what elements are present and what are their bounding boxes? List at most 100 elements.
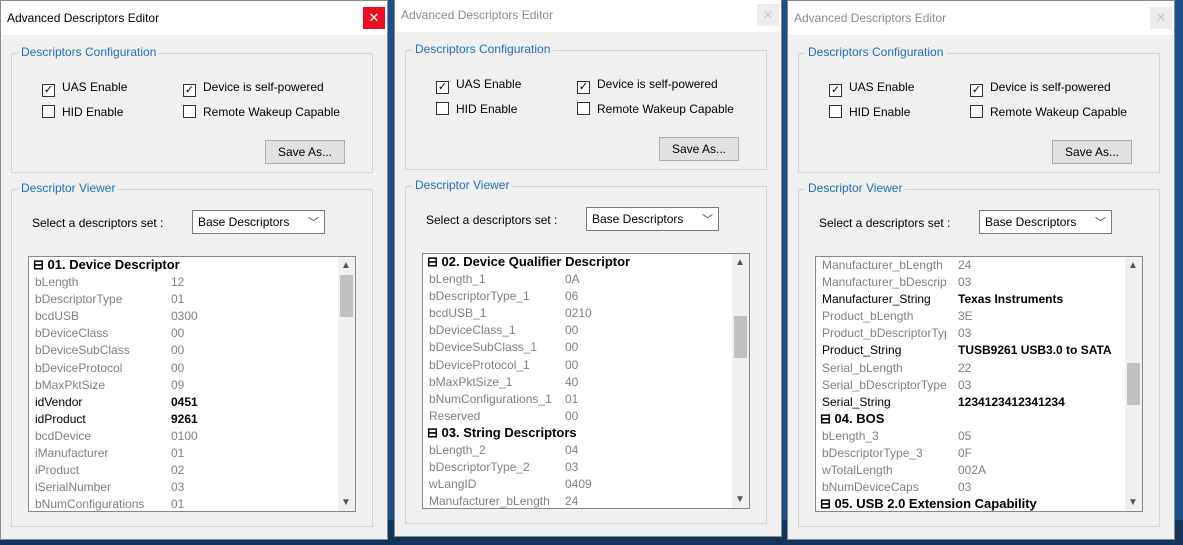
property-row[interactable]: bLength_3 05 xyxy=(816,428,1126,445)
scroll-up-icon[interactable]: ▲ xyxy=(341,260,351,271)
property-name: Serial_bLength xyxy=(822,360,903,375)
scroll-down-icon[interactable]: ▼ xyxy=(341,497,351,508)
property-row[interactable]: iManufacturer 01 xyxy=(29,445,339,462)
remote-wakeup-checkbox[interactable]: Remote Wakeup Capable xyxy=(183,105,340,119)
property-row[interactable]: Reserved 00 xyxy=(423,408,733,425)
dropdown-value: Base Descriptors xyxy=(592,212,684,226)
scroll-down-icon[interactable]: ▼ xyxy=(735,494,745,505)
category-row[interactable]: ⊟ 05. USB 2.0 Extension Capability xyxy=(816,496,1126,511)
property-row[interactable]: Serial_String 1234123412341234 xyxy=(816,394,1126,411)
self-powered-checkbox[interactable]: ✓ Device is self-powered xyxy=(970,80,1111,97)
property-grid[interactable]: Manufacturer_bLength 24 Manufacturer_bDesc… xyxy=(815,256,1143,512)
property-row[interactable]: Manufacturer_bLength 24 xyxy=(423,493,733,509)
scrollbar-thumb[interactable] xyxy=(734,316,747,358)
scroll-up-icon[interactable]: ▲ xyxy=(735,257,745,268)
property-row[interactable]: Product_String TUSB9261 USB3.0 to SATA xyxy=(816,342,1126,359)
property-row[interactable]: wTotalLength 002A xyxy=(816,462,1126,479)
property-row[interactable]: bDeviceSubClass_1 00 xyxy=(423,339,733,356)
save-as-button[interactable]: Save As... xyxy=(659,137,739,161)
descriptor-set-dropdown[interactable]: Base Descriptors ﹀ xyxy=(192,210,325,234)
uas-enable-checkbox[interactable]: ✓ UAS Enable xyxy=(42,80,127,97)
property-value: 0300 xyxy=(171,309,198,324)
property-row[interactable]: bDeviceProtocol 00 xyxy=(29,360,339,377)
vertical-scrollbar[interactable]: ▲ ▼ xyxy=(1125,257,1142,511)
chevron-down-icon: ﹀ xyxy=(1095,217,1106,229)
property-row[interactable]: bNumConfigurations 01 xyxy=(29,496,339,511)
vertical-scrollbar[interactable]: ▲ ▼ xyxy=(338,257,355,511)
category-label: ⊟ 04. BOS xyxy=(820,410,885,426)
property-row[interactable]: bcdDevice 0100 xyxy=(29,428,339,445)
group-legend: Descriptor Viewer xyxy=(18,181,119,195)
category-row[interactable]: ⊟ 02. Device Qualifier Descriptor xyxy=(423,254,733,271)
property-row[interactable]: bDeviceProtocol_1 00 xyxy=(423,357,733,374)
close-button[interactable]: ✕ xyxy=(363,7,385,29)
property-row[interactable]: bDescriptorType 01 xyxy=(29,291,339,308)
property-row[interactable]: bcdUSB_1 0210 xyxy=(423,305,733,322)
property-grid[interactable]: ⊟ 02. Device Qualifier Descriptor bLength… xyxy=(422,253,750,509)
close-button[interactable]: ✕ xyxy=(1150,7,1172,29)
self-powered-checkbox[interactable]: ✓ Device is self-powered xyxy=(183,80,324,97)
category-row[interactable]: ⊟ 03. String Descriptors xyxy=(423,425,733,442)
hid-enable-checkbox[interactable]: HID Enable xyxy=(42,105,123,119)
property-row[interactable]: bcdUSB 0300 xyxy=(29,308,339,325)
property-value: 0F xyxy=(958,446,973,461)
property-row[interactable]: bNumConfigurations_1 01 xyxy=(423,391,733,408)
save-as-button[interactable]: Save As... xyxy=(265,140,345,164)
property-row[interactable]: bNumDeviceCaps 03 xyxy=(816,479,1126,496)
property-value: 00 xyxy=(171,326,185,341)
property-row[interactable]: Serial_bDescriptorType 03 xyxy=(816,377,1126,394)
property-row[interactable]: iSerialNumber 03 xyxy=(29,479,339,496)
remote-wakeup-checkbox[interactable]: Remote Wakeup Capable xyxy=(577,102,734,116)
descriptor-set-dropdown[interactable]: Base Descriptors ﹀ xyxy=(586,207,719,231)
save-as-button[interactable]: Save As... xyxy=(1052,140,1132,164)
property-row[interactable]: Manufacturer_bLength 24 xyxy=(816,257,1126,274)
title-bar[interactable]: Advanced Descriptors Editor ✕ xyxy=(788,1,1174,35)
property-value: 00 xyxy=(171,360,185,375)
property-row[interactable]: wLangID 0409 xyxy=(423,476,733,493)
property-row[interactable]: Manufacturer_bDescriptor 03 xyxy=(816,274,1126,291)
property-row[interactable]: iProduct 02 xyxy=(29,462,339,479)
property-row[interactable]: bLength_2 04 xyxy=(423,442,733,459)
property-value: 04 xyxy=(565,443,579,458)
property-row[interactable]: bDescriptorType_3 0F xyxy=(816,445,1126,462)
property-row[interactable]: Serial_bLength 22 xyxy=(816,360,1126,377)
scroll-down-icon[interactable]: ▼ xyxy=(1128,497,1138,508)
property-row[interactable]: Product_bLength 3E xyxy=(816,308,1126,325)
property-value: 00 xyxy=(565,408,579,423)
property-row[interactable]: Manufacturer_String Texas Instruments xyxy=(816,291,1126,308)
property-row[interactable]: Product_bDescriptorType 03 xyxy=(816,325,1126,342)
title-bar[interactable]: Advanced Descriptors Editor ✕ xyxy=(1,1,387,35)
property-row[interactable]: bLength 12 xyxy=(29,274,339,291)
property-name: idVendor xyxy=(35,394,83,409)
property-row[interactable]: bDeviceClass 00 xyxy=(29,325,339,342)
property-row[interactable]: bMaxPktSize_1 40 xyxy=(423,374,733,391)
uas-enable-checkbox[interactable]: ✓ UAS Enable xyxy=(436,77,521,94)
property-name: Manufacturer_bLength xyxy=(429,494,550,509)
scrollbar-thumb[interactable] xyxy=(1127,363,1140,405)
remote-wakeup-checkbox[interactable]: Remote Wakeup Capable xyxy=(970,105,1127,119)
property-name: iSerialNumber xyxy=(35,480,112,495)
descriptor-set-dropdown[interactable]: Base Descriptors ﹀ xyxy=(979,210,1112,234)
scroll-up-icon[interactable]: ▲ xyxy=(1128,260,1138,271)
property-row[interactable]: bDeviceSubClass 00 xyxy=(29,342,339,359)
category-row[interactable]: ⊟ 01. Device Descriptor xyxy=(29,257,339,274)
hid-enable-checkbox[interactable]: HID Enable xyxy=(829,105,910,119)
scrollbar-thumb[interactable] xyxy=(340,275,353,317)
dropdown-value: Base Descriptors xyxy=(985,215,1077,229)
close-button[interactable]: ✕ xyxy=(757,4,779,26)
vertical-scrollbar[interactable]: ▲ ▼ xyxy=(732,254,749,508)
property-row[interactable]: idProduct 9261 xyxy=(29,411,339,428)
property-row[interactable]: bLength_1 0A xyxy=(423,271,733,288)
self-powered-checkbox[interactable]: ✓ Device is self-powered xyxy=(577,77,718,94)
property-row[interactable]: bDeviceClass_1 00 xyxy=(423,322,733,339)
title-bar[interactable]: Advanced Descriptors Editor ✕ xyxy=(395,0,781,32)
property-row[interactable]: idVendor 0451 xyxy=(29,394,339,411)
uas-enable-checkbox[interactable]: ✓ UAS Enable xyxy=(829,80,914,97)
property-row[interactable]: bDescriptorType_1 06 xyxy=(423,288,733,305)
property-row[interactable]: bDescriptorType_2 03 xyxy=(423,459,733,476)
hid-enable-checkbox[interactable]: HID Enable xyxy=(436,102,517,116)
chevron-down-icon: ﹀ xyxy=(702,214,713,226)
property-row[interactable]: bMaxPktSize 09 xyxy=(29,377,339,394)
category-row[interactable]: ⊟ 04. BOS xyxy=(816,411,1126,428)
property-grid[interactable]: ⊟ 01. Device Descriptor bLength 12 bDescrip… xyxy=(28,256,356,512)
